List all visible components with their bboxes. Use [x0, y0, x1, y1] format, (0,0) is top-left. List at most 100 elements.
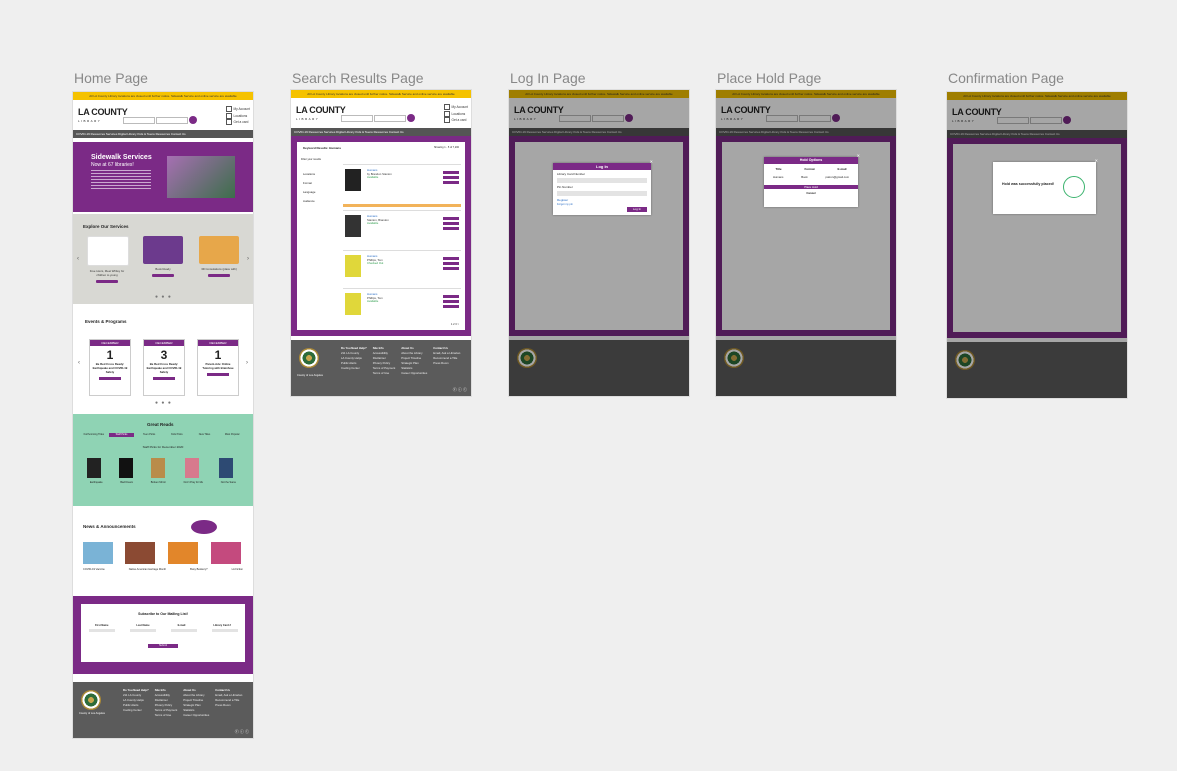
result-item[interactable]: Humans Phillips, Tom Available — [343, 288, 461, 327]
result-item[interactable]: Humans Stanton, Brandon Available — [343, 210, 461, 249]
vote-badge[interactable] — [191, 520, 217, 534]
news-image[interactable] — [168, 542, 198, 564]
tab-forthcoming[interactable]: Forthcoming Titles — [81, 433, 107, 437]
events-title: Events & Programs — [85, 319, 127, 324]
book-cover[interactable] — [185, 458, 199, 478]
add-to-list-button[interactable] — [443, 222, 459, 225]
pagination[interactable]: 1 2 3 > — [451, 323, 459, 326]
search-input[interactable] — [341, 115, 373, 122]
hold-modal: Hold Options Title Format E-mail Humans Boo… — [764, 153, 860, 207]
add-to-list-button[interactable] — [443, 176, 459, 179]
card-number-input[interactable] — [557, 178, 647, 183]
add-to-list-button[interactable] — [443, 262, 459, 265]
place-hold-button[interactable] — [443, 171, 459, 174]
search-button[interactable] — [407, 114, 415, 122]
email-input[interactable] — [170, 629, 197, 632]
modal-overlay[interactable] — [716, 90, 896, 396]
hero-image — [167, 156, 235, 198]
results-panel: Keyword Results: Humans Showing 1 - 5 of… — [297, 142, 465, 330]
subscribe-form: Subscribe to Our Mailing List! First Nam… — [81, 604, 245, 662]
my-account-link[interactable]: My Account — [226, 106, 250, 113]
main-nav[interactable]: COVID-19 Resources Services Digital Libr… — [73, 130, 253, 138]
library-logo[interactable]: LA COUNTY LIBRARY — [296, 106, 346, 124]
service-card[interactable]: 3D Consolations (place with) — [199, 236, 239, 286]
social-icons[interactable]: ⓕ ⓘ ⓣ — [235, 729, 249, 735]
search-type-select[interactable] — [374, 115, 406, 122]
service-card[interactable]: Free tutors, Meet Whiley for children to… — [87, 236, 129, 286]
services-section: Explore Our Services ‹ › Free tutors, Me… — [73, 214, 253, 304]
more-info-button[interactable] — [443, 267, 459, 270]
search-button[interactable] — [189, 116, 197, 124]
modal-overlay[interactable] — [509, 90, 689, 396]
more-info-button[interactable] — [443, 305, 459, 308]
result-item[interactable]: Humans by Brandon Stanton Available — [343, 164, 461, 203]
add-to-list-button[interactable] — [443, 300, 459, 303]
service-card[interactable]: Book Ready — [143, 236, 183, 286]
book-cover[interactable] — [87, 458, 101, 478]
main-nav[interactable]: COVID-19 Resources Services Digital Libr… — [291, 128, 471, 136]
news-image[interactable] — [83, 542, 113, 564]
close-icon[interactable]: ✕ — [650, 159, 653, 164]
login-button[interactable]: Log In — [627, 207, 647, 212]
facet-locations[interactable]: Locations — [303, 170, 315, 179]
subscribe-submit-button[interactable]: Submit — [148, 644, 178, 648]
book-cover[interactable] — [219, 458, 233, 478]
hero-banner[interactable]: Sidewalk Services Now at 67 libraries! — [73, 142, 253, 212]
tab-teen-picks[interactable]: Teen Picks — [136, 433, 162, 437]
news-image[interactable] — [211, 542, 241, 564]
my-account-link[interactable]: My Account — [444, 104, 468, 111]
great-reads-tabs[interactable]: Forthcoming Titles Staff Picks Teen Pick… — [81, 433, 245, 437]
place-hold-button[interactable] — [443, 295, 459, 298]
great-reads-subtitle: Staff Picks for December 2020 — [142, 445, 184, 449]
facet-list: Locations Format Language Audience — [303, 170, 315, 206]
events-prev-icon[interactable]: ‹ — [78, 360, 80, 366]
events-dots[interactable]: ● ● ● — [155, 400, 172, 406]
social-icons[interactable]: ⓕ ⓘ ⓣ — [453, 387, 467, 393]
cancel-button[interactable]: Cancel — [764, 191, 858, 195]
tab-most-popular[interactable]: Most Popular — [219, 433, 245, 437]
get-card-link[interactable]: Get a card — [226, 119, 250, 126]
place-hold-button[interactable] — [443, 217, 459, 220]
get-card-link[interactable]: Get a card — [444, 117, 468, 124]
place-hold-button[interactable]: Place Hold — [764, 185, 858, 189]
label-search-results-page: Search Results Page — [292, 70, 424, 86]
subscribe-title: Subscribe to Our Mailing List! — [138, 612, 188, 616]
search-input[interactable] — [123, 117, 155, 124]
news-image[interactable] — [125, 542, 155, 564]
more-info-button[interactable] — [443, 181, 459, 184]
carousel-dots[interactable]: ● ● ● — [155, 294, 172, 300]
facet-language[interactable]: Language — [303, 188, 315, 197]
event-card[interactable]: DECEMBER 1 Parent-Adv. Online Tutoring wit… — [197, 339, 239, 396]
register-link[interactable]: Register — [557, 198, 647, 202]
close-icon[interactable]: ✕ — [857, 153, 860, 158]
facet-format[interactable]: Format — [303, 179, 315, 188]
forgot-pin-link[interactable]: Forgot my pin — [557, 203, 647, 206]
modal-overlay[interactable] — [947, 92, 1127, 398]
event-card[interactable]: DECEMBER 3 Be Red Cross Ready: Earthquake … — [143, 339, 185, 396]
results-header: Keyword Results: Humans — [303, 146, 342, 150]
prev-arrow-icon[interactable]: ‹ — [77, 256, 79, 262]
next-arrow-icon[interactable]: › — [247, 256, 249, 262]
result-item[interactable]: Humans Phillips, Tom Checked Out — [343, 250, 461, 289]
events-next-icon[interactable]: › — [246, 360, 248, 366]
library-card-input[interactable] — [211, 629, 238, 632]
library-logo[interactable]: LA COUNTY LIBRARY — [78, 108, 128, 126]
place-hold-button[interactable] — [443, 257, 459, 260]
facet-audience[interactable]: Audience — [303, 197, 315, 206]
tab-kids-picks[interactable]: Kids Picks — [164, 433, 190, 437]
confirmation-modal: Hold was successfully placed! ✕ — [993, 158, 1098, 214]
search-type-select[interactable] — [156, 117, 188, 124]
seal-caption: County of Los Angeles — [297, 374, 323, 377]
tab-new-titles[interactable]: New Titles — [192, 433, 218, 437]
first-name-input[interactable] — [88, 629, 115, 632]
event-card[interactable]: DECEMBER 1 Be Red Cross Ready: Earthquake … — [89, 339, 131, 396]
great-reads-title: Great Reads — [147, 422, 174, 427]
hero-description — [91, 170, 151, 190]
more-info-button[interactable] — [443, 227, 459, 230]
tab-staff-picks[interactable]: Staff Picks — [108, 433, 135, 437]
last-name-input[interactable] — [129, 629, 156, 632]
book-cover[interactable] — [119, 458, 133, 478]
pin-input[interactable] — [557, 191, 647, 196]
book-cover[interactable] — [151, 458, 165, 478]
close-icon[interactable]: ✕ — [1095, 158, 1098, 163]
